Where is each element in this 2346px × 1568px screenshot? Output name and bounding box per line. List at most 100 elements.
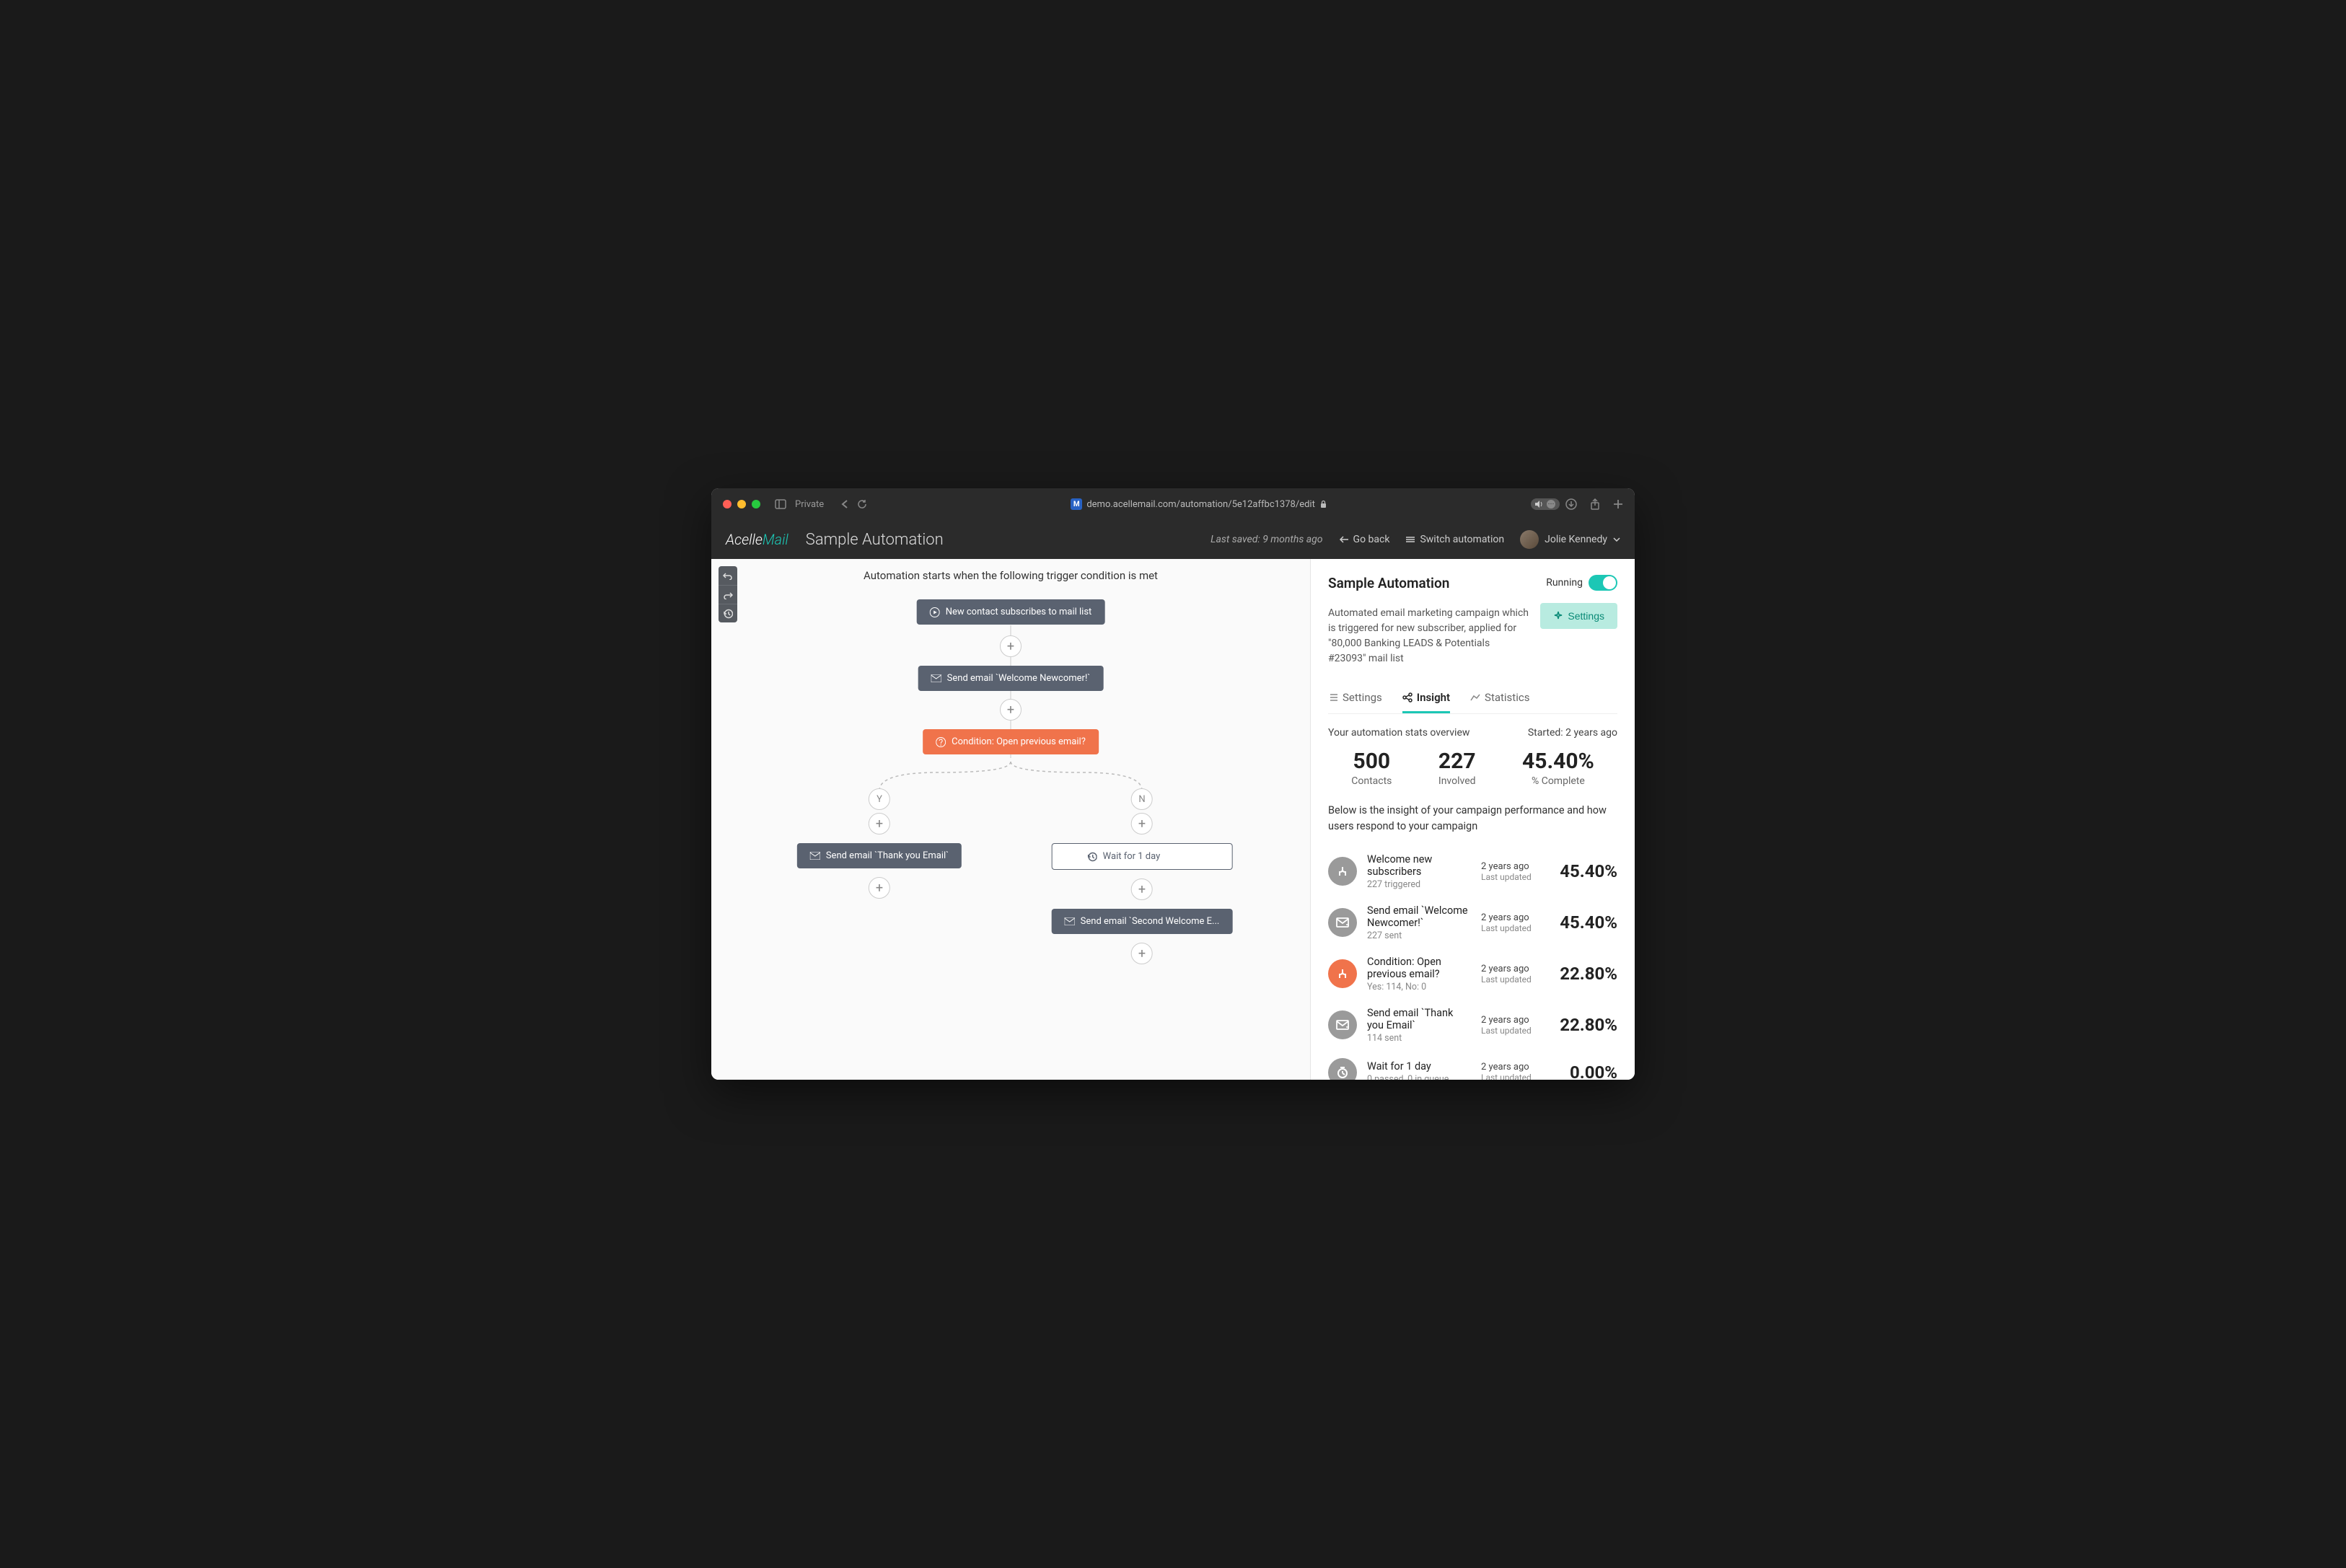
insight-description: Below is the insight of your campaign pe… xyxy=(1328,803,1617,834)
logo[interactable]: AcelleMail xyxy=(726,531,788,548)
share-nodes-icon xyxy=(1402,692,1413,702)
insight-item-sub: 114 sent xyxy=(1367,1033,1471,1044)
switch-automation-button[interactable]: Switch automation xyxy=(1405,534,1504,545)
email-node-no[interactable]: Send email `Second Welcome E... xyxy=(1052,909,1233,934)
sidebar-tabs: Settings Insight Statistics xyxy=(1328,684,1617,714)
insight-item-sub: 0 passed, 0 in queue xyxy=(1367,1074,1471,1080)
sidebar-title: Sample Automation xyxy=(1328,575,1449,591)
running-toggle[interactable] xyxy=(1589,575,1617,591)
settings-button[interactable]: Settings xyxy=(1540,603,1617,629)
insight-item-percent: 45.40% xyxy=(1552,861,1617,881)
no-branch-marker: N xyxy=(1131,788,1153,810)
traffic-lights xyxy=(723,500,760,508)
insight-item-title: Wait for 1 day xyxy=(1367,1060,1471,1073)
stats-row: 500Contacts 227Involved 45.40%% Complete xyxy=(1328,749,1617,787)
chart-icon xyxy=(1470,693,1480,702)
audio-indicator[interactable]: ⋯ xyxy=(1531,498,1560,510)
tab-statistics[interactable]: Statistics xyxy=(1470,684,1529,713)
private-label: Private xyxy=(795,499,824,510)
canvas-heading: Automation starts when the following tri… xyxy=(711,559,1310,599)
add-step-button[interactable]: + xyxy=(1131,878,1153,900)
stat-contacts: 500Contacts xyxy=(1351,749,1392,787)
trigger-node[interactable]: New contact subscribes to mail list xyxy=(917,599,1105,625)
insight-item-time: 2 years agoLast updated xyxy=(1481,1015,1542,1036)
go-back-button[interactable]: Go back xyxy=(1339,534,1390,545)
stat-complete: 45.40%% Complete xyxy=(1522,749,1594,787)
email-node-1[interactable]: Send email `Welcome Newcomer!` xyxy=(918,666,1104,691)
new-tab-icon[interactable] xyxy=(1613,499,1623,509)
question-icon xyxy=(936,737,946,747)
insight-item[interactable]: Send email `Welcome Newcomer!`227 sent 2 … xyxy=(1328,897,1617,948)
last-saved: Last saved: 9 months ago xyxy=(1211,534,1322,545)
insight-item-title: Condition: Open previous email? xyxy=(1367,956,1471,980)
url-text: demo.acellemail.com/automation/5e12affbc… xyxy=(1086,499,1315,510)
insight-item[interactable]: Welcome new subscribers227 triggered 2 ye… xyxy=(1328,846,1617,897)
app-header: AcelleMail Sample Automation Last saved:… xyxy=(711,520,1635,559)
mail-icon xyxy=(1328,1010,1357,1039)
add-step-button[interactable]: + xyxy=(1131,943,1153,964)
insight-item-sub: 227 sent xyxy=(1367,930,1471,941)
insight-item[interactable]: Wait for 1 day0 passed, 0 in queue 2 year… xyxy=(1328,1051,1617,1080)
fork-icon xyxy=(1328,857,1357,886)
insight-item-title: Welcome new subscribers xyxy=(1367,853,1471,878)
history-icon xyxy=(1087,852,1097,862)
insight-list: Welcome new subscribers227 triggered 2 ye… xyxy=(1328,846,1617,1080)
stats-overview-label: Your automation stats overview xyxy=(1328,727,1469,739)
automation-canvas[interactable]: Automation starts when the following tri… xyxy=(711,559,1310,1080)
email-node-yes[interactable]: Send email `Thank you Email` xyxy=(797,843,962,868)
mail-icon xyxy=(810,852,820,860)
insight-item-percent: 22.80% xyxy=(1552,1015,1617,1035)
mail-icon xyxy=(1328,908,1357,937)
mail-icon xyxy=(931,674,941,682)
insight-item-time: 2 years agoLast updated xyxy=(1481,912,1542,933)
add-step-button[interactable]: + xyxy=(869,813,890,834)
sparkle-icon xyxy=(1553,611,1563,621)
undo-button[interactable] xyxy=(719,566,737,585)
insight-item-sub: Yes: 114, No: 0 xyxy=(1367,982,1471,992)
insight-item-percent: 22.80% xyxy=(1552,964,1617,984)
mail-icon xyxy=(1065,917,1075,925)
insight-item-title: Send email `Thank you Email` xyxy=(1367,1007,1471,1031)
tab-insight[interactable]: Insight xyxy=(1402,684,1450,713)
tab-settings[interactable]: Settings xyxy=(1328,684,1382,713)
insight-item-time: 2 years agoLast updated xyxy=(1481,861,1542,882)
clock-icon xyxy=(1328,1058,1357,1080)
insight-item[interactable]: Condition: Open previous email? Yes: 114,… xyxy=(1328,948,1617,1000)
condition-node[interactable]: Condition: Open previous email? xyxy=(923,729,1099,754)
sidebar-toggle-icon[interactable] xyxy=(775,499,786,509)
user-menu[interactable]: Jolie Kennedy xyxy=(1520,530,1620,549)
stat-involved: 227Involved xyxy=(1438,749,1476,787)
download-icon[interactable] xyxy=(1565,498,1577,510)
browser-titlebar: Private M demo.acellemail.com/automation… xyxy=(711,488,1635,520)
share-icon[interactable] xyxy=(1590,498,1600,510)
wait-node[interactable]: Wait for 1 day xyxy=(1052,843,1233,870)
insight-item-time: 2 years agoLast updated xyxy=(1481,1062,1542,1080)
reload-icon[interactable] xyxy=(857,499,867,509)
automation-description: Automated email marketing campaign which… xyxy=(1328,606,1529,666)
branch-connector xyxy=(866,762,1155,790)
url-bar[interactable]: M demo.acellemail.com/automation/5e12aff… xyxy=(873,498,1525,510)
minimize-window-button[interactable] xyxy=(737,500,746,508)
maximize-window-button[interactable] xyxy=(752,500,760,508)
started-label: Started: 2 years ago xyxy=(1528,727,1617,739)
close-window-button[interactable] xyxy=(723,500,732,508)
add-step-button[interactable]: + xyxy=(1000,699,1022,721)
running-label: Running xyxy=(1546,577,1583,589)
insight-item-sub: 227 triggered xyxy=(1367,879,1471,890)
insight-item-percent: 45.40% xyxy=(1552,912,1617,933)
insight-sidebar: Sample Automation Running Automated emai… xyxy=(1310,559,1635,1080)
insight-item[interactable]: Send email `Thank you Email` 114 sent 2 ye… xyxy=(1328,1000,1617,1051)
yes-branch-marker: Y xyxy=(869,788,890,810)
insight-item-time: 2 years agoLast updated xyxy=(1481,964,1542,985)
back-arrow-icon[interactable] xyxy=(841,499,848,509)
page-title: Sample Automation xyxy=(806,531,944,549)
site-badge: M xyxy=(1071,498,1082,510)
browser-window: Private M demo.acellemail.com/automation… xyxy=(711,488,1635,1080)
add-step-button[interactable]: + xyxy=(869,877,890,899)
add-step-button[interactable]: + xyxy=(1000,635,1022,657)
insight-item-title: Send email `Welcome Newcomer!` xyxy=(1367,904,1471,929)
insight-item-percent: 0.00% xyxy=(1552,1062,1617,1080)
add-step-button[interactable]: + xyxy=(1131,813,1153,834)
lock-icon xyxy=(1319,500,1327,508)
chevron-down-icon xyxy=(1613,537,1620,542)
